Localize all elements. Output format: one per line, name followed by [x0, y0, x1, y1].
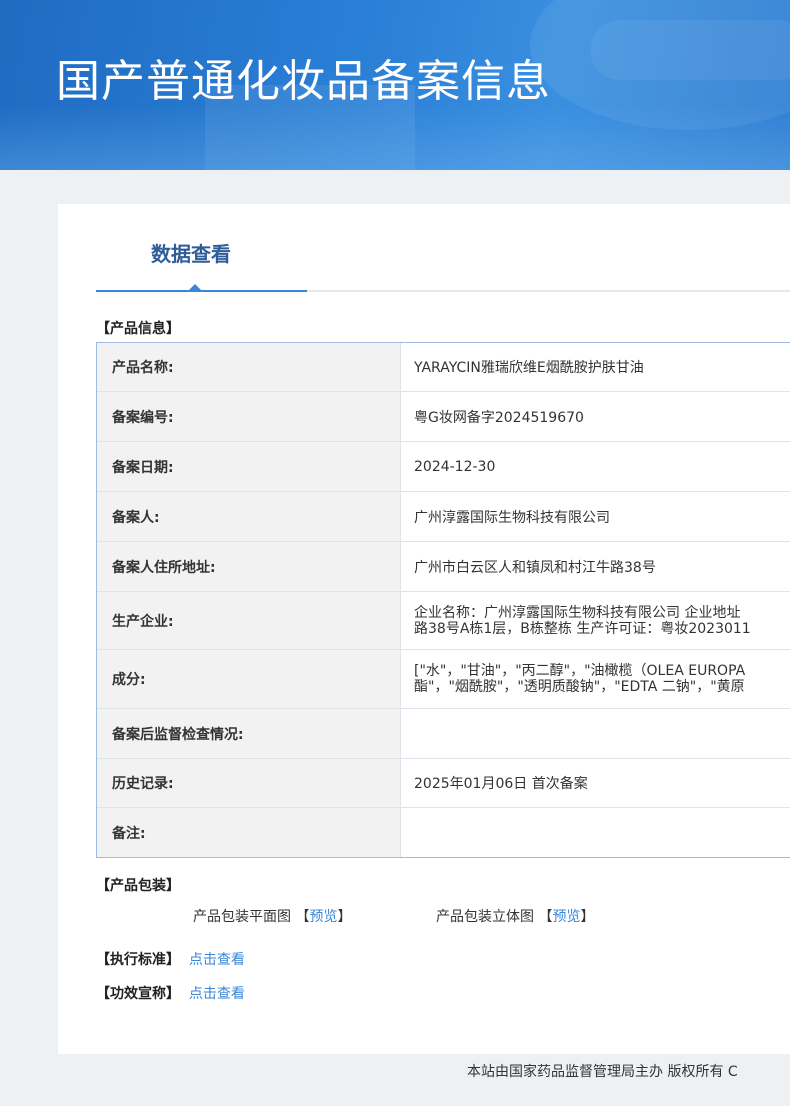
registrant-value: 广州淳露国际生物科技有限公司	[414, 509, 610, 526]
standard-title-text: 【执行标准】	[96, 952, 180, 968]
table-row: 历史记录: 2025年01月06日 首次备案	[97, 759, 790, 808]
section-title-efficacy: 【功效宣称】 点击查看	[96, 984, 245, 1004]
registrant-address-value: 广州市白云区人和镇凤和村江牛路38号	[414, 559, 656, 576]
row-label: 生产企业:	[97, 592, 401, 649]
header-banner: 国产普通化妆品备案信息	[0, 0, 790, 170]
row-value	[401, 808, 790, 857]
row-value: 企业名称：广州淳露国际生物科技有限公司 企业地址 路38号A栋1层，B栋整栋 生…	[401, 592, 790, 649]
table-row: 备案编号: 粤G妆网备字2024519670	[97, 392, 790, 442]
row-value: 2024-12-30	[401, 442, 790, 491]
table-row: 备注:	[97, 808, 790, 857]
registration-date-value: 2024-12-30	[414, 458, 496, 475]
table-row: 备案日期: 2024-12-30	[97, 442, 790, 492]
row-value: 广州市白云区人和镇凤和村江牛路38号	[401, 542, 790, 591]
efficacy-view-link[interactable]: 点击查看	[189, 986, 245, 1002]
main-card: 数据查看 【产品信息】 产品名称: YARAYCIN雅瑞欣维E烟酰胺护肤甘油 备…	[58, 204, 790, 1054]
history-record-value: 2025年01月06日 首次备案	[414, 776, 588, 792]
package-3d-label: 产品包装立体图	[436, 909, 534, 925]
ingredients-value-line1: ["水"，"甘油"，"丙二醇"，"油橄榄（OLEA EUROPA	[414, 663, 746, 679]
table-row: 产品名称: YARAYCIN雅瑞欣维E烟酰胺护肤甘油	[97, 343, 790, 392]
row-label: 备注:	[97, 808, 401, 857]
section-title-product-info: 【产品信息】	[96, 321, 180, 337]
manufacturer-value-line1: 企业名称：广州淳露国际生物科技有限公司 企业地址	[414, 604, 741, 621]
table-row: 备案人: 广州淳露国际生物科技有限公司	[97, 492, 790, 542]
row-label: 备案编号:	[97, 392, 401, 441]
table-row: 成分: ["水"，"甘油"，"丙二醇"，"油橄榄（OLEA EUROPA 酯"，…	[97, 650, 790, 709]
efficacy-title-text: 【功效宣称】	[96, 986, 180, 1002]
product-info-table: 产品名称: YARAYCIN雅瑞欣维E烟酰胺护肤甘油 备案编号: 粤G妆网备字2…	[96, 342, 790, 858]
row-value: 广州淳露国际生物科技有限公司	[401, 492, 790, 541]
tab-active-caret-icon	[188, 284, 202, 291]
standard-view-link[interactable]: 点击查看	[189, 952, 245, 968]
row-label: 备案人:	[97, 492, 401, 541]
row-value	[401, 709, 790, 758]
product-name-value: YARAYCIN雅瑞欣维E烟酰胺护肤甘油	[414, 360, 644, 376]
row-label: 成分:	[97, 650, 401, 708]
tab-label: 数据查看	[151, 242, 231, 266]
row-label: 备案人住所地址:	[97, 542, 401, 591]
row-value: ["水"，"甘油"，"丙二醇"，"油橄榄（OLEA EUROPA 酯"，"烟酰胺…	[401, 650, 790, 708]
package-3d-preview-link[interactable]: 预览	[552, 909, 580, 925]
banner-decoration	[0, 105, 790, 170]
row-value: 粤G妆网备字2024519670	[401, 392, 790, 441]
registration-number-value: 粤G妆网备字2024519670	[414, 409, 584, 426]
section-title-standard: 【执行标准】 点击查看	[96, 950, 245, 970]
package-flat-preview-link[interactable]: 预览	[309, 909, 337, 925]
page-title: 国产普通化妆品备案信息	[56, 56, 551, 107]
table-row: 生产企业: 企业名称：广州淳露国际生物科技有限公司 企业地址 路38号A栋1层，…	[97, 592, 790, 650]
row-label: 历史记录:	[97, 759, 401, 807]
row-label: 备案日期:	[97, 442, 401, 491]
ingredients-value-line2: 酯"，"烟酰胺"，"透明质酸钠"，"EDTA 二钠"，"黄原	[414, 679, 745, 695]
manufacturer-value-line2: 路38号A栋1层，B栋整栋 生产许可证：粤妆2023011	[414, 620, 751, 637]
row-value: YARAYCIN雅瑞欣维E烟酰胺护肤甘油	[401, 343, 790, 391]
package-flat-image-line: 产品包装平面图 【预览】	[193, 909, 352, 925]
table-row: 备案后监督检查情况:	[97, 709, 790, 759]
banner-decoration	[590, 20, 790, 80]
package-flat-label: 产品包装平面图	[193, 909, 291, 925]
row-label: 产品名称:	[97, 343, 401, 391]
package-3d-image-line: 产品包装立体图 【预览】	[436, 909, 595, 925]
row-value: 2025年01月06日 首次备案	[401, 759, 790, 807]
footer-copyright: 本站由国家药品监督管理局主办 版权所有 C	[467, 1064, 738, 1080]
tab-bar: 数据查看	[96, 240, 790, 292]
section-title-packaging: 【产品包装】	[96, 878, 180, 894]
table-row: 备案人住所地址: 广州市白云区人和镇凤和村江牛路38号	[97, 542, 790, 592]
row-label: 备案后监督检查情况:	[97, 709, 401, 758]
tab-data-view[interactable]: 数据查看	[96, 240, 307, 292]
